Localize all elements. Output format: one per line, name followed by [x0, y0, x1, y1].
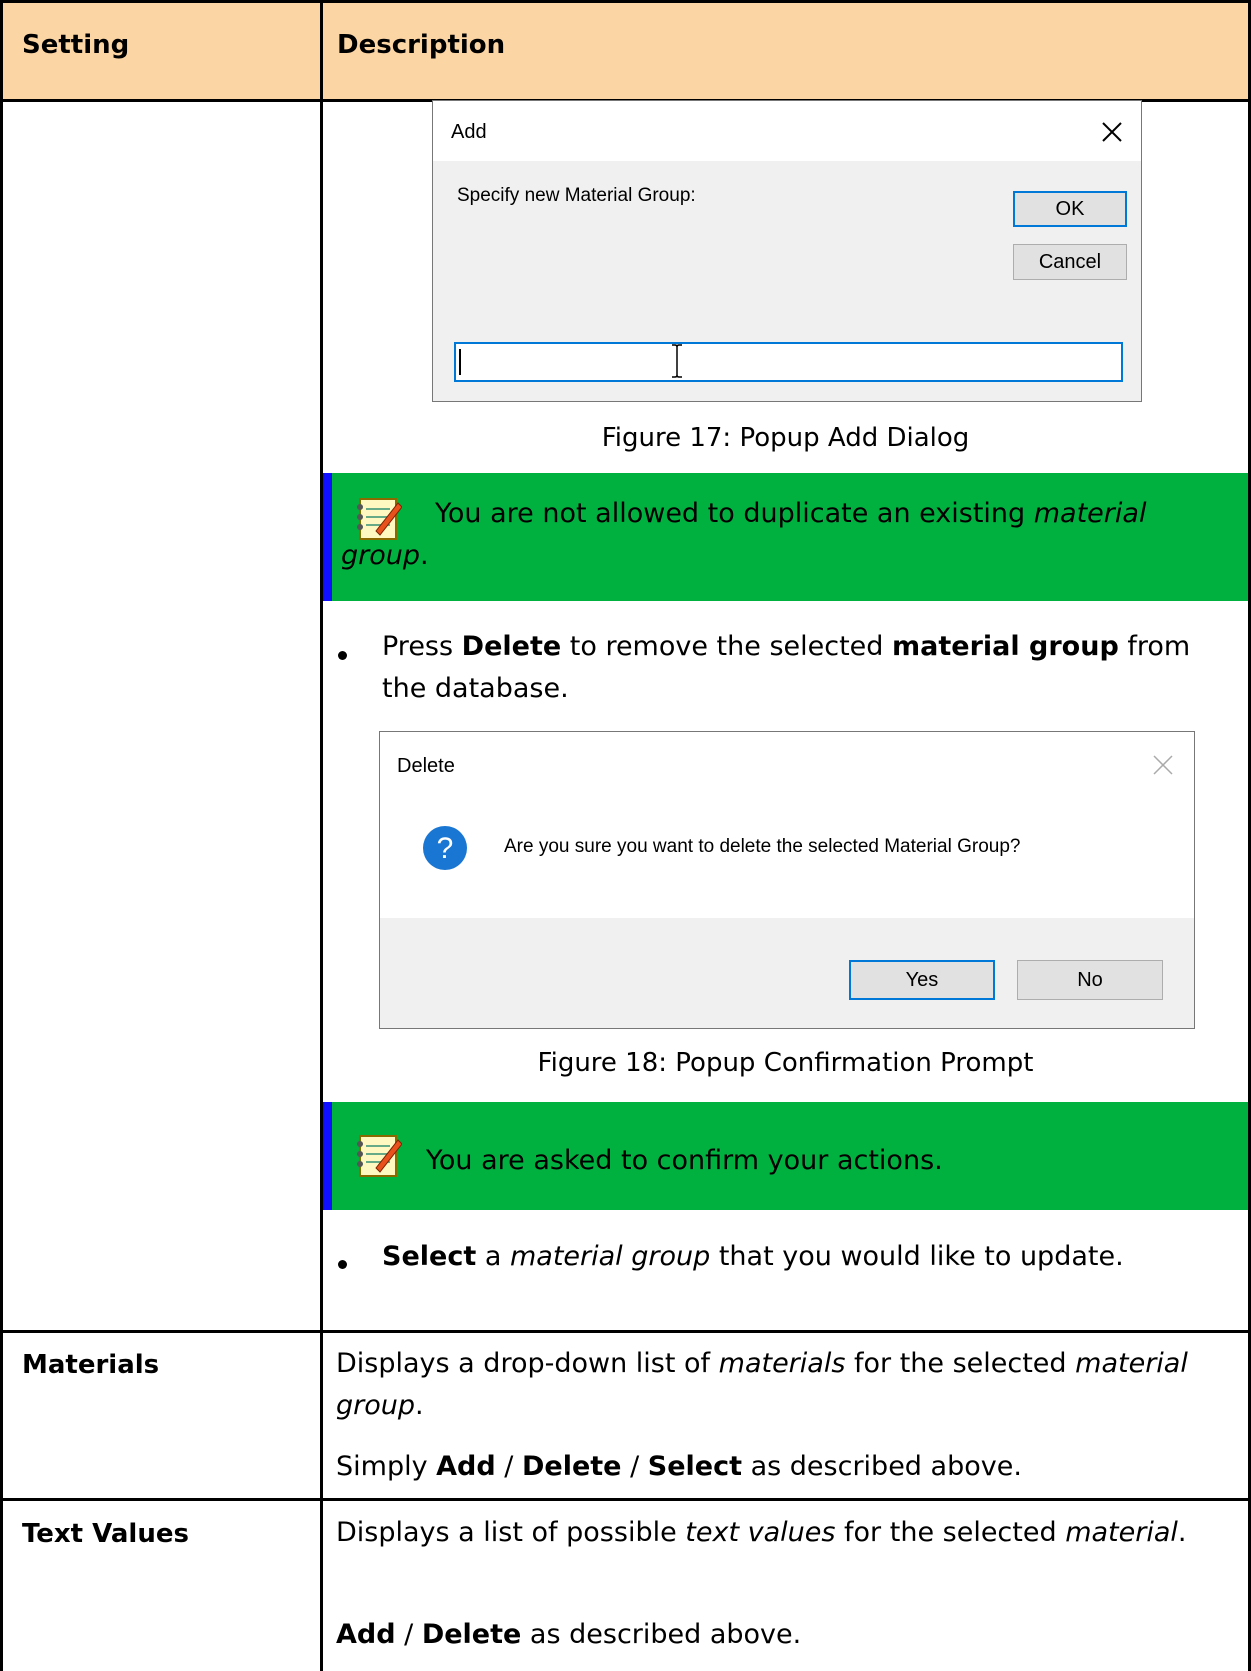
- delete-dialog: Delete ? Are you sure you want to delete…: [379, 731, 1195, 1029]
- note-confirm: You are asked to confirm your actions.: [323, 1102, 1248, 1210]
- note-confirm-text: You are asked to confirm your actions.: [426, 1145, 943, 1176]
- text-values-description: Displays a list of possible text values …: [336, 1517, 1187, 1548]
- notepad-icon: [357, 1135, 402, 1177]
- figure-18-caption: Figure 18: Popup Confirmation Prompt: [537, 1048, 1034, 1078]
- add-dialog-titlebar: Add: [433, 101, 1141, 161]
- settings-table: Setting Description Add Specify new Mate…: [0, 0, 1251, 1671]
- row-rule-2: [0, 1498, 1251, 1501]
- text-values-actions: Add / Delete as described above.: [336, 1619, 802, 1650]
- bullet-delete-text: Press Delete to remove the selected mate…: [382, 631, 1191, 704]
- cancel-button[interactable]: Cancel: [1013, 244, 1127, 280]
- add-dialog-prompt: Specify new Material Group:: [457, 185, 696, 206]
- ibeam-cursor-icon: [672, 344, 682, 378]
- delete-dialog-message: Are you sure you want to delete the sele…: [504, 836, 1021, 857]
- row-rule-1: [0, 1330, 1251, 1333]
- add-dialog: Add Specify new Material Group: OK Cance…: [432, 100, 1142, 402]
- bullet-select-text: Select a material group that you would l…: [382, 1241, 1124, 1272]
- setting-materials: Materials: [22, 1350, 160, 1380]
- ok-button[interactable]: OK: [1013, 191, 1127, 227]
- close-icon[interactable]: [1101, 121, 1123, 143]
- table-border-left: [0, 0, 3, 1671]
- add-dialog-body: Specify new Material Group: OK Cancel: [433, 161, 1141, 401]
- column-divider: [320, 0, 323, 1671]
- delete-dialog-title: Delete: [397, 755, 455, 777]
- close-icon[interactable]: [1152, 754, 1174, 776]
- note-duplicate: You are not allowed to duplicate an exis…: [323, 473, 1248, 601]
- svg-text:?: ?: [437, 832, 454, 865]
- delete-dialog-footer: Yes No: [380, 918, 1194, 1028]
- add-dialog-title: Add: [451, 121, 487, 143]
- table-border-top: [0, 0, 1251, 3]
- bullet-select-dot: [338, 1260, 347, 1269]
- yes-button[interactable]: Yes: [849, 960, 995, 1000]
- bullet-delete-dot: [338, 651, 347, 660]
- setting-text-values: Text Values: [22, 1519, 189, 1549]
- header-setting: Setting: [22, 30, 130, 60]
- note-duplicate-text: You are not allowed to duplicate an exis…: [341, 498, 1147, 571]
- header-description: Description: [337, 30, 506, 60]
- materials-actions: Simply Add / Delete / Select as describe…: [336, 1451, 1022, 1482]
- question-icon: ?: [423, 826, 467, 870]
- text-caret: [459, 349, 461, 375]
- figure-17-caption: Figure 17: Popup Add Dialog: [601, 423, 970, 453]
- no-button[interactable]: No: [1017, 960, 1163, 1000]
- table-header: [0, 0, 1251, 100]
- delete-dialog-top: Delete ? Are you sure you want to delete…: [380, 732, 1194, 918]
- material-group-input[interactable]: [454, 342, 1123, 382]
- materials-description: Displays a drop-down list of materials f…: [336, 1348, 1188, 1421]
